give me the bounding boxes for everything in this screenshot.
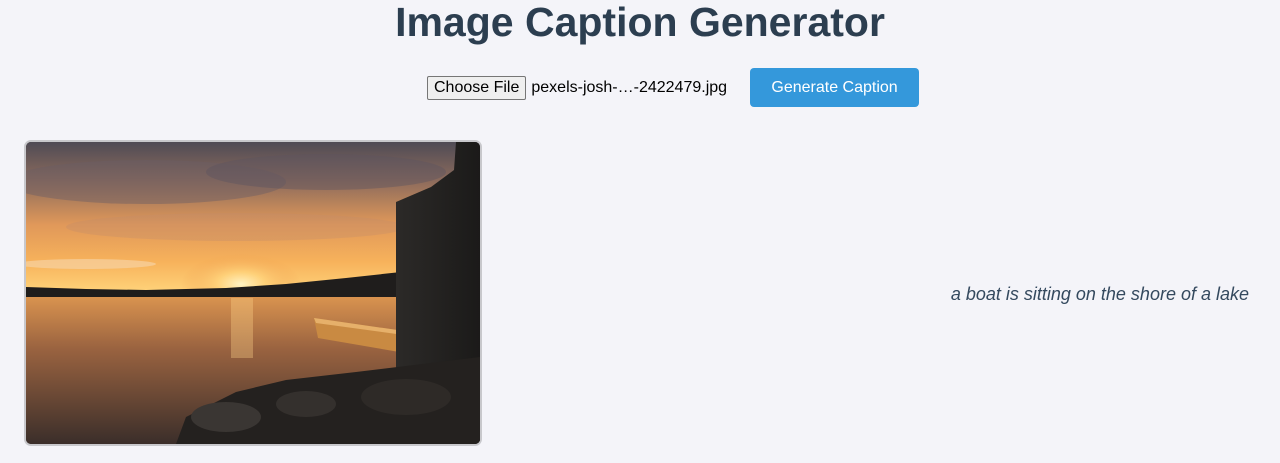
generated-caption: a boat is sitting on the shore of a lake <box>950 284 1249 304</box>
selected-file-name: pexels-josh-…-2422479.jpg <box>531 78 728 96</box>
sunset-lake-photo <box>26 142 480 444</box>
upload-controls: Choose File pexels-josh-…-2422479.jpg Ge… <box>427 68 920 107</box>
page-title: Image Caption Generator <box>395 0 885 45</box>
file-input[interactable]: Choose File pexels-josh-…-2422479.jpg <box>427 75 728 100</box>
image-preview <box>24 140 482 446</box>
page: Image Caption Generator Choose File pexe… <box>0 0 1280 463</box>
choose-file-button[interactable]: Choose File <box>427 75 527 100</box>
generate-caption-button[interactable]: Generate Caption <box>750 68 920 107</box>
